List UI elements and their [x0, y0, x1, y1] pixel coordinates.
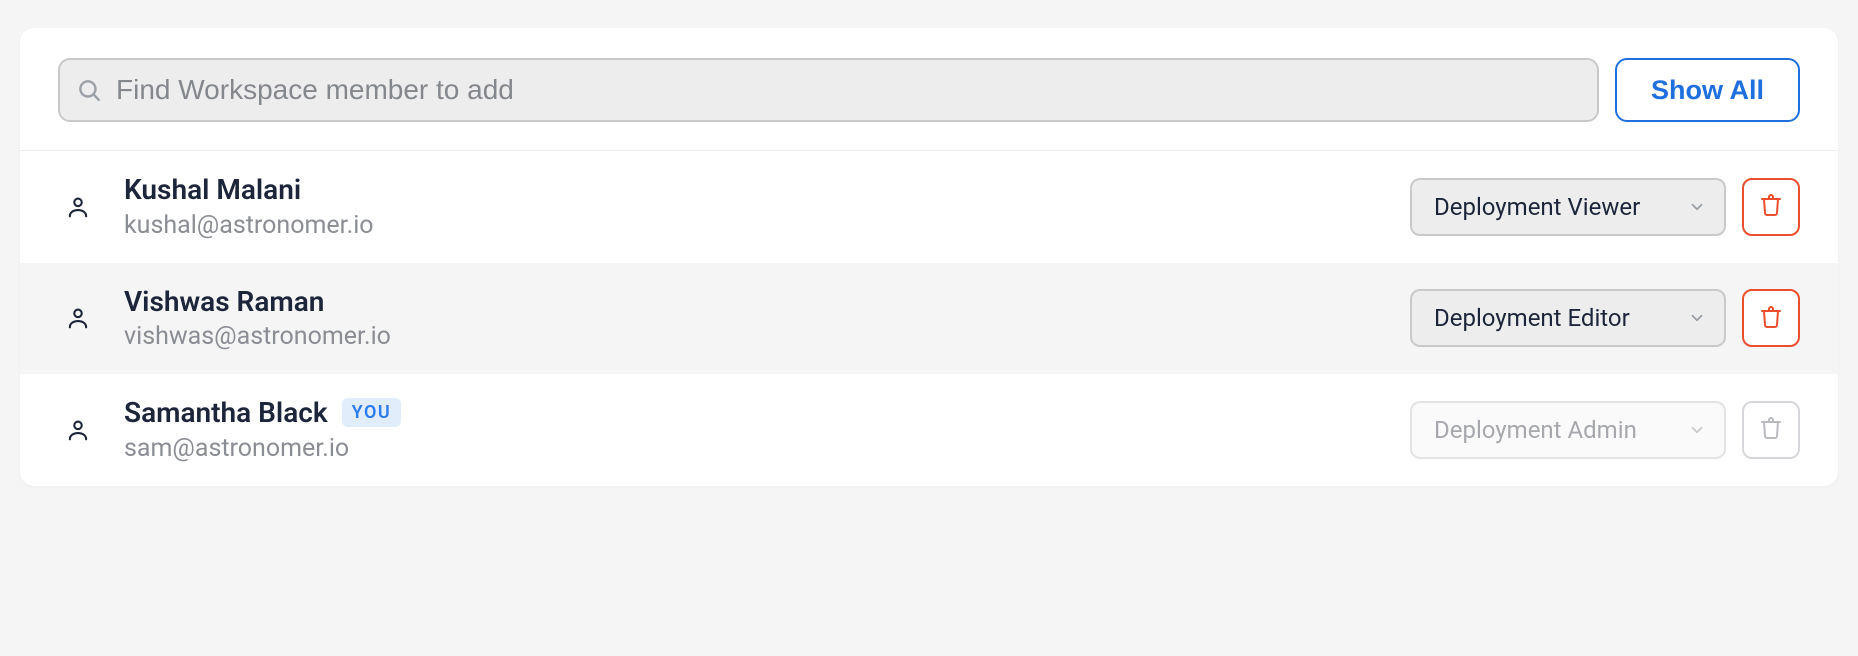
role-select-label: Deployment Viewer [1434, 193, 1640, 221]
member-info: Vishwas Raman vishwas@astronomer.io [124, 285, 1410, 353]
delete-button[interactable] [1742, 178, 1800, 236]
chevron-down-icon [1688, 421, 1706, 439]
members-card: Show All Kushal Malani kushal@astronomer… [20, 28, 1838, 486]
member-row: Samantha Black YOU sam@astronomer.io Dep… [20, 374, 1838, 486]
chevron-down-icon [1688, 309, 1706, 327]
chevron-down-icon [1688, 198, 1706, 216]
role-select: Deployment Admin [1410, 401, 1726, 459]
role-select-label: Deployment Editor [1434, 304, 1630, 332]
member-name: Samantha Black [124, 396, 328, 430]
search-icon [76, 77, 102, 103]
member-row: Vishwas Raman vishwas@astronomer.io Depl… [20, 263, 1838, 375]
member-name: Kushal Malani [124, 173, 301, 207]
trash-icon [1759, 193, 1783, 220]
delete-button [1742, 401, 1800, 459]
role-select-label: Deployment Admin [1434, 416, 1637, 444]
show-all-button[interactable]: Show All [1615, 58, 1800, 122]
member-info: Samantha Black YOU sam@astronomer.io [124, 396, 1410, 464]
member-email: kushal@astronomer.io [124, 211, 1410, 241]
trash-icon [1759, 416, 1783, 443]
role-select[interactable]: Deployment Viewer [1410, 178, 1726, 236]
member-email: vishwas@astronomer.io [124, 322, 1410, 352]
role-select[interactable]: Deployment Editor [1410, 289, 1726, 347]
member-name: Vishwas Raman [124, 285, 324, 319]
header-bar: Show All [20, 28, 1838, 151]
search-input[interactable] [58, 58, 1599, 122]
user-icon [64, 416, 92, 444]
you-badge: YOU [342, 398, 402, 427]
user-icon [64, 193, 92, 221]
trash-icon [1759, 305, 1783, 332]
user-icon [64, 304, 92, 332]
member-info: Kushal Malani kushal@astronomer.io [124, 173, 1410, 241]
member-row: Kushal Malani kushal@astronomer.io Deplo… [20, 151, 1838, 263]
member-email: sam@astronomer.io [124, 434, 1410, 464]
delete-button[interactable] [1742, 289, 1800, 347]
search-wrap [58, 58, 1599, 122]
